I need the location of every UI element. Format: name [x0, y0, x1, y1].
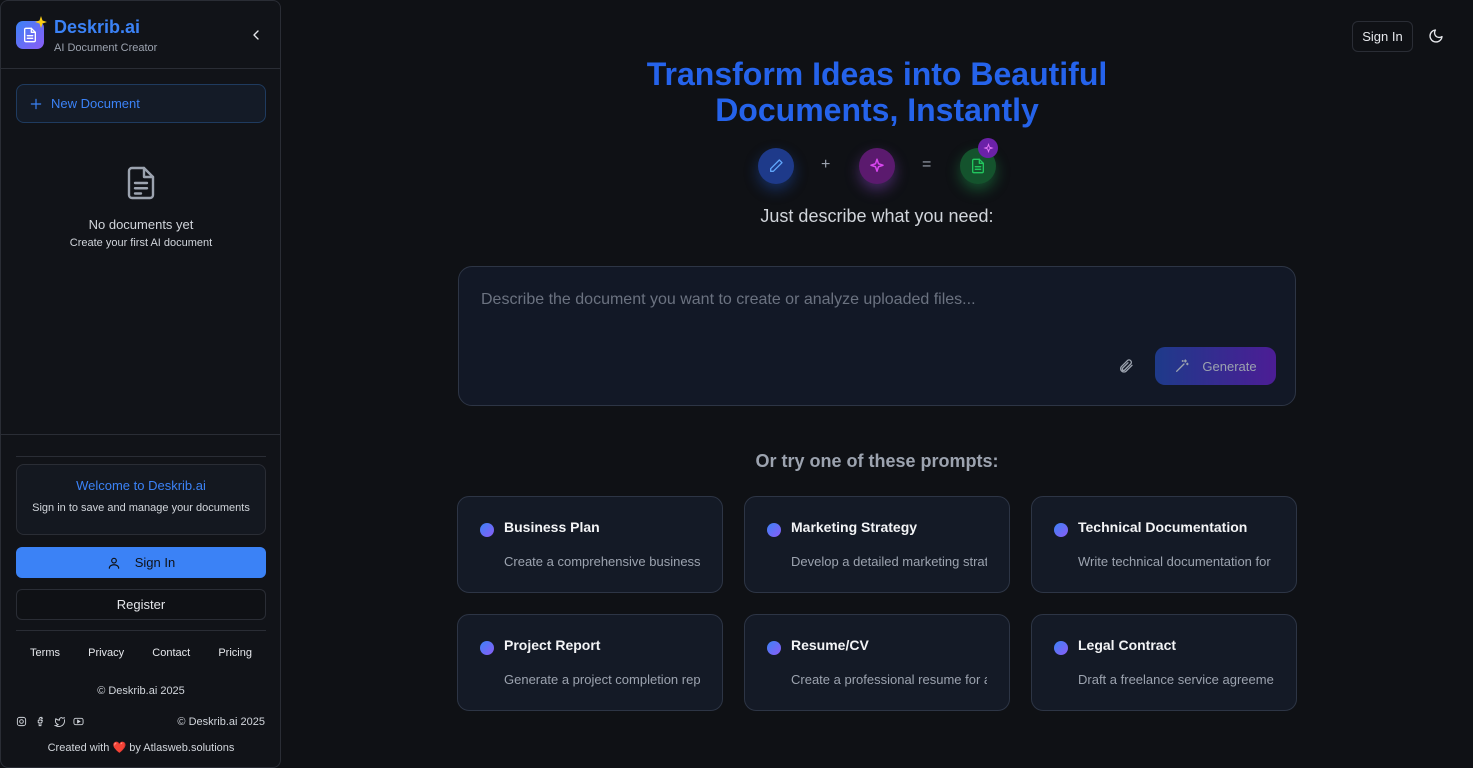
brand-name: Deskrib.ai — [54, 17, 141, 37]
suggestion-description: Generate a project completion repor — [504, 672, 700, 687]
empty-state-subtitle: Create your first AI document — [69, 237, 213, 249]
suggestions-title: Or try one of these prompts: — [755, 451, 999, 471]
suggestion-card-marketing-strategy[interactable]: Marketing Strategy Develop a detailed ma… — [744, 496, 1010, 593]
suggestion-card-resume-cv[interactable]: Resume/CV Create a professional resume f… — [744, 614, 1010, 711]
new-document-button[interactable]: New Document — [16, 84, 266, 123]
sparkle-icon — [35, 15, 47, 33]
magic-wand-icon — [1176, 359, 1190, 372]
suggestion-description: Draft a freelance service agreement — [1078, 672, 1274, 687]
empty-document-icon — [123, 163, 159, 208]
footer-link-pricing[interactable]: Pricing — [218, 647, 252, 659]
header-sign-in-button[interactable]: Sign In — [1352, 21, 1413, 52]
idea-formula: + = — [758, 138, 998, 188]
suggestion-title: Project Report — [504, 637, 601, 653]
footer-link-contact[interactable]: Contact — [152, 647, 190, 659]
sparkles-icon — [859, 148, 895, 184]
plus-icon — [30, 98, 42, 109]
social-copyright: © Deskrib.ai 2025 — [177, 716, 265, 728]
created-by-credit: Created with ❤️ by Atlasweb.solutions — [47, 742, 235, 754]
bullet-dot-icon — [1054, 641, 1068, 655]
welcome-card: Welcome to Deskrib.ai Sign in to save an… — [16, 464, 266, 535]
facebook-icon[interactable] — [35, 716, 46, 727]
new-document-label: New Document — [51, 96, 140, 111]
theme-toggle-button[interactable] — [1428, 28, 1444, 44]
generate-button[interactable]: Generate — [1155, 347, 1276, 385]
sidebar-divider — [1, 434, 280, 435]
magic-badge-icon — [978, 138, 998, 158]
suggestion-description: Develop a detailed marketing strateg — [791, 554, 987, 569]
sidebar-sign-in-button[interactable]: Sign In — [16, 547, 266, 578]
suggestion-card-business-plan[interactable]: Business Plan Create a comprehensive bus… — [457, 496, 723, 593]
header-sign-in-label: Sign In — [1362, 29, 1403, 44]
hero-title: Transform Ideas into Beautiful Documents… — [646, 56, 1108, 128]
social-links — [16, 716, 84, 727]
collapse-sidebar-button[interactable] — [248, 27, 264, 43]
twitter-icon[interactable] — [54, 716, 65, 727]
tagline: Just describe what you need: — [760, 206, 994, 226]
bullet-dot-icon — [480, 523, 494, 537]
footer-copyright: © Deskrib.ai 2025 — [97, 685, 185, 697]
plus-operator: + — [821, 156, 831, 173]
pencil-icon — [758, 148, 794, 184]
footer-link-terms[interactable]: Terms — [30, 647, 60, 659]
suggestion-title: Marketing Strategy — [791, 519, 918, 535]
sidebar: Deskrib.ai AI Document Creator New Docum… — [0, 0, 281, 768]
attach-file-button[interactable] — [1118, 358, 1134, 374]
bullet-dot-icon — [767, 523, 781, 537]
register-label: Register — [116, 597, 166, 612]
bullet-dot-icon — [767, 641, 781, 655]
paperclip-icon — [1120, 359, 1133, 373]
bullet-dot-icon — [1054, 523, 1068, 537]
sign-in-label: Sign In — [134, 555, 176, 570]
instagram-icon[interactable] — [16, 716, 27, 727]
generate-label: Generate — [1202, 358, 1257, 374]
bullet-dot-icon — [480, 641, 494, 655]
suggestion-card-project-report[interactable]: Project Report Generate a project comple… — [457, 614, 723, 711]
register-button[interactable]: Register — [16, 589, 266, 620]
welcome-subtitle: Sign in to save and manage your document… — [32, 502, 250, 514]
moon-icon — [1429, 29, 1443, 43]
suggestion-title: Technical Documentation — [1078, 519, 1248, 535]
prompt-box: Generate — [458, 266, 1296, 406]
footer-links: Terms Privacy Contact Pricing — [16, 647, 266, 659]
sidebar-header: Deskrib.ai AI Document Creator — [1, 1, 280, 69]
empty-state-title: No documents yet — [88, 217, 194, 232]
suggestion-title: Business Plan — [504, 519, 600, 535]
youtube-icon[interactable] — [73, 716, 84, 727]
chevron-left-icon — [253, 30, 259, 40]
suggestion-title: Resume/CV — [791, 637, 869, 653]
suggestion-description: Create a professional resume for a s — [791, 672, 987, 687]
user-icon — [108, 557, 119, 569]
welcome-title: Welcome to Deskrib.ai — [76, 478, 206, 493]
suggestion-card-technical-documentation[interactable]: Technical Documentation Write technical … — [1031, 496, 1297, 593]
brand-subtitle: AI Document Creator — [54, 42, 158, 54]
equals-operator: = — [922, 156, 932, 173]
sidebar-divider — [16, 456, 266, 457]
suggestion-description: Create a comprehensive business p — [504, 554, 700, 569]
prompt-input[interactable] — [481, 291, 1261, 309]
suggestion-title: Legal Contract — [1078, 637, 1177, 653]
footer-link-privacy[interactable]: Privacy — [88, 647, 124, 659]
heart-icon: ❤️ — [112, 742, 127, 754]
suggestion-description: Write technical documentation for a — [1078, 554, 1274, 569]
sidebar-divider — [16, 630, 266, 631]
suggestion-card-legal-contract[interactable]: Legal Contract Draft a freelance service… — [1031, 614, 1297, 711]
